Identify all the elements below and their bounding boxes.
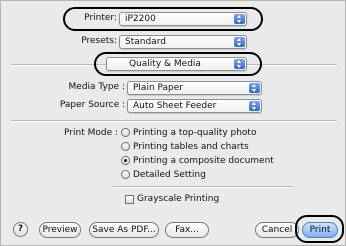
highlight-printer <box>63 7 263 31</box>
cancel-button[interactable]: Cancel <box>255 222 299 238</box>
grayscale-label: Grayscale Printing <box>137 194 220 204</box>
media-type-value: Plain Paper <box>133 83 183 93</box>
paper-source-value: Auto Sheet Feeder <box>133 101 217 111</box>
print-mode-label: Print Mode : <box>64 128 118 138</box>
preview-button[interactable]: Preview <box>39 222 81 238</box>
presets-popup[interactable]: Standard <box>119 35 247 49</box>
media-type-label: Media Type : <box>68 82 125 92</box>
fax-button[interactable]: Fax... <box>165 222 209 238</box>
radio-label: Printing a top-quality photo <box>133 128 257 138</box>
radio-label: Detailed Setting <box>133 170 206 180</box>
radio-icon <box>121 128 130 137</box>
paper-source-popup[interactable]: Auto Sheet Feeder <box>127 99 262 113</box>
radio-icon <box>121 156 130 165</box>
media-type-popup[interactable]: Plain Paper <box>127 81 262 95</box>
highlight-print <box>295 215 344 243</box>
updown-arrows-icon <box>249 83 260 93</box>
help-button[interactable]: ? <box>13 222 28 237</box>
radio-icon <box>121 170 130 179</box>
presets-label: Presets: <box>81 36 117 46</box>
paper-source-label: Paper Source : <box>59 100 125 110</box>
separator <box>113 186 293 188</box>
radio-label: Printing a composite document <box>133 156 274 166</box>
checkbox-icon[interactable] <box>125 195 134 204</box>
print-dialog: Printer: iP2200 Presets: Standard Qualit… <box>0 0 346 246</box>
separator <box>11 120 337 122</box>
presets-value: Standard <box>125 37 166 47</box>
radio-label: Printing tables and charts <box>133 142 249 152</box>
highlight-pane-selector <box>94 52 262 76</box>
radio-icon <box>121 142 130 151</box>
save-as-pdf-button[interactable]: Save As PDF... <box>89 222 159 238</box>
updown-arrows-icon <box>234 37 245 47</box>
updown-arrows-icon <box>249 101 260 111</box>
